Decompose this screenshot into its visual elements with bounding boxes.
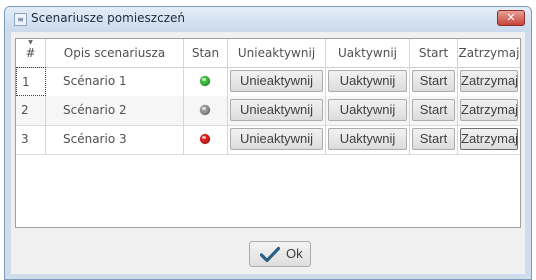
column-header-stop[interactable]: Zatrzymaj: [458, 39, 520, 67]
status-indicator-icon: [200, 105, 210, 115]
scenarios-window: ≡ Scenariusze pomieszczeń ✕ ▼ # Opis sce…: [4, 6, 532, 280]
status-indicator-icon: [200, 76, 210, 86]
stop-button[interactable]: Zatrzymaj: [460, 99, 518, 121]
activate-button[interactable]: Uaktywnij: [328, 99, 407, 121]
start-button[interactable]: Start: [412, 70, 455, 92]
ok-button-label: Ok: [286, 246, 303, 261]
stop-button[interactable]: Zatrzymaj: [460, 128, 518, 150]
stop-cell: Zatrzymaj: [458, 96, 520, 125]
activate-button[interactable]: Uaktywnij: [328, 70, 407, 92]
checkmark-icon: [260, 246, 280, 263]
title-bar[interactable]: ≡ Scenariusze pomieszczeń ✕: [5, 7, 531, 32]
table-header: ▼ # Opis scenariusza Stan Unieaktywnij U…: [16, 39, 520, 68]
close-button[interactable]: ✕: [497, 10, 525, 26]
scenario-description: Scénario 1: [46, 67, 184, 96]
deactivate-button[interactable]: Unieaktywnij: [230, 70, 323, 92]
deactivate-cell: Unieaktywnij: [228, 67, 326, 96]
stop-cell: Zatrzymaj: [458, 67, 520, 96]
activate-cell: Uaktywnij: [326, 125, 410, 154]
column-header-description[interactable]: Opis scenariusza: [46, 39, 184, 67]
table-row[interactable]: 1 Scénario 1 Unieaktywnij Uaktywnij Star…: [16, 67, 520, 97]
scenarios-table: ▼ # Opis scenariusza Stan Unieaktywnij U…: [15, 38, 521, 228]
column-header-number[interactable]: ▼ #: [16, 39, 46, 67]
deactivate-cell: Unieaktywnij: [228, 125, 326, 154]
row-number: 1: [16, 67, 46, 96]
ok-button[interactable]: Ok: [249, 241, 311, 267]
row-number: 3: [16, 125, 46, 154]
activate-cell: Uaktywnij: [326, 96, 410, 125]
window-title: Scenariusze pomieszczeń: [31, 11, 185, 25]
app-icon: ≡: [14, 13, 27, 26]
start-button[interactable]: Start: [412, 128, 455, 150]
deactivate-cell: Unieaktywnij: [228, 96, 326, 125]
column-header-start[interactable]: Start: [410, 39, 458, 67]
activate-button[interactable]: Uaktywnij: [328, 128, 407, 150]
table-row[interactable]: 3 Scénario 3 Unieaktywnij Uaktywnij Star…: [16, 125, 520, 155]
table-row[interactable]: 2 Scénario 2 Unieaktywnij Uaktywnij Star…: [16, 96, 520, 126]
start-cell: Start: [410, 67, 458, 96]
start-cell: Start: [410, 125, 458, 154]
status-cell: [184, 96, 228, 125]
column-header-activate[interactable]: Uaktywnij: [326, 39, 410, 67]
status-cell: [184, 67, 228, 96]
status-cell: [184, 125, 228, 154]
stop-cell: Zatrzymaj: [458, 125, 520, 154]
deactivate-button[interactable]: Unieaktywnij: [230, 99, 323, 121]
column-header-deactivate[interactable]: Unieaktywnij: [228, 39, 326, 67]
start-button[interactable]: Start: [412, 99, 455, 121]
activate-cell: Uaktywnij: [326, 67, 410, 96]
scenario-description: Scénario 3: [46, 125, 184, 154]
sort-indicator-icon: ▼: [28, 39, 33, 46]
column-header-label: #: [25, 46, 36, 60]
dialog-body: ▼ # Opis scenariusza Stan Unieaktywnij U…: [11, 32, 525, 274]
status-indicator-icon: [200, 134, 210, 144]
column-header-status[interactable]: Stan: [184, 39, 228, 67]
row-number: 2: [16, 96, 46, 125]
start-cell: Start: [410, 96, 458, 125]
stop-button[interactable]: Zatrzymaj: [460, 70, 518, 92]
scenario-description: Scénario 2: [46, 96, 184, 125]
deactivate-button[interactable]: Unieaktywnij: [230, 128, 323, 150]
